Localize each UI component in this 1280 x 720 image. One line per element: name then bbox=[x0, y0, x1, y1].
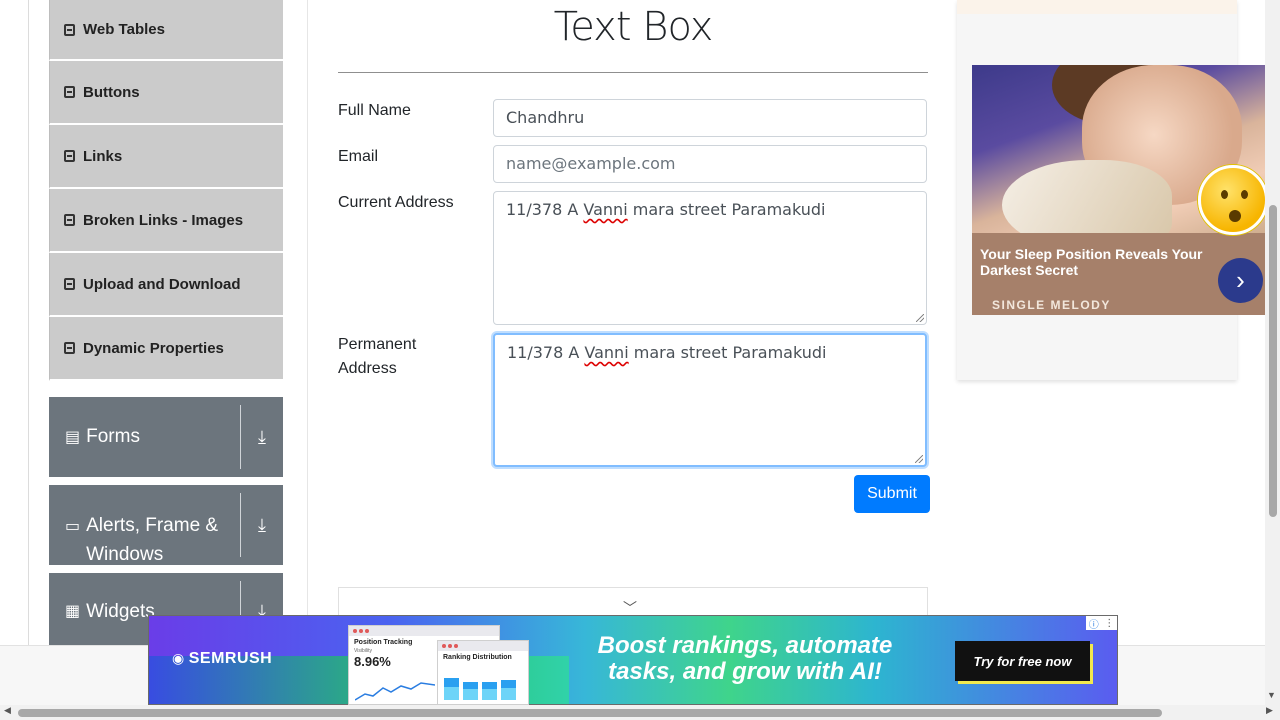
download-icon[interactable]: ⤓ bbox=[241, 485, 283, 565]
trend-line-icon bbox=[355, 682, 435, 701]
list-icon bbox=[64, 214, 75, 226]
horizontal-scroll-thumb[interactable] bbox=[18, 709, 1162, 717]
sidebar-element-list: Web Tables Buttons Links Broken Links - … bbox=[49, 0, 283, 381]
document-icon: ▤ bbox=[65, 429, 81, 446]
ad-info-icon[interactable]: ⓘ ⋮ bbox=[1086, 616, 1117, 631]
current-address-label: Current Address bbox=[338, 194, 454, 211]
sidebar-item-web-tables[interactable]: Web Tables bbox=[49, 0, 283, 61]
widgets-icon: ▦ bbox=[65, 603, 81, 620]
left-rule bbox=[28, 0, 29, 645]
page: { "sidebar": { "items": [ {"label": "Web… bbox=[0, 0, 1280, 720]
chevron-right-icon[interactable]: › bbox=[1218, 258, 1263, 303]
permanent-address-label: Permanent Address bbox=[338, 336, 417, 377]
group-label: Forms bbox=[86, 426, 140, 447]
email-label: Email bbox=[338, 148, 379, 165]
current-address-textarea[interactable]: 11/378 A Vanni mara street Paramakudi bbox=[493, 191, 927, 325]
sidebar-item-label: Links bbox=[83, 147, 123, 165]
sidebar-item-dynamic-properties[interactable]: Dynamic Properties bbox=[49, 317, 283, 381]
sidebar-item-label: Dynamic Properties bbox=[83, 339, 224, 357]
sidebar-item-label: Buttons bbox=[83, 83, 140, 101]
full-name-label: Full Name bbox=[338, 102, 411, 119]
semrush-flame-icon: ◉ bbox=[172, 650, 185, 666]
scroll-down-arrow-icon[interactable]: ▼ bbox=[1267, 690, 1276, 700]
vertical-scroll-thumb[interactable] bbox=[1269, 205, 1277, 517]
group-label: Alerts, Frame & Windows bbox=[86, 515, 219, 565]
banner-headline: Boost rankings, automate tasks, and grow… bbox=[597, 632, 893, 685]
sidebar-item-label: Upload and Download bbox=[83, 275, 241, 293]
list-icon bbox=[64, 23, 75, 36]
sidebar-item-label: Broken Links - Images bbox=[83, 211, 244, 229]
scroll-left-arrow-icon[interactable]: ◀ bbox=[4, 705, 11, 716]
side-ad-brand: SINGLE MELODY bbox=[992, 298, 1111, 312]
surprised-emoji-icon bbox=[1198, 165, 1268, 235]
sidebar-item-label: Web Tables bbox=[83, 21, 165, 38]
group-alerts-frame-windows[interactable]: ▭ Alerts, Frame & Windows ⤓ bbox=[49, 485, 283, 565]
misspelled-word: Vanni bbox=[584, 343, 629, 362]
resize-handle[interactable] bbox=[915, 455, 923, 463]
full-name-input[interactable]: Chandhru bbox=[493, 99, 927, 137]
scroll-right-arrow-icon[interactable]: ▶ bbox=[1266, 705, 1273, 716]
download-icon[interactable]: ⤓ bbox=[241, 397, 283, 477]
resize-handle[interactable] bbox=[916, 314, 924, 322]
sidebar-item-upload-download[interactable]: Upload and Download bbox=[49, 253, 283, 317]
list-icon bbox=[64, 342, 75, 354]
bar-chart-icon bbox=[444, 678, 516, 700]
permanent-address-textarea[interactable]: 11/378 A Vanni mara street Paramakudi bbox=[493, 333, 927, 467]
ranking-distribution-card: Ranking Distribution bbox=[437, 640, 529, 705]
side-ad-headline[interactable]: Your Sleep Position Reveals Your Darkest… bbox=[980, 246, 1220, 278]
group-forms[interactable]: ▤ Forms ⤓ bbox=[49, 397, 283, 477]
sidebar-item-broken-links[interactable]: Broken Links - Images bbox=[49, 189, 283, 253]
sidebar-divider bbox=[307, 0, 308, 645]
email-input[interactable]: name@example.com bbox=[493, 145, 927, 183]
submit-button[interactable]: Submit bbox=[854, 475, 930, 513]
sidebar-item-buttons[interactable]: Buttons bbox=[49, 61, 283, 125]
sidebar-item-links[interactable]: Links bbox=[49, 125, 283, 189]
list-icon bbox=[64, 278, 75, 290]
list-icon bbox=[64, 86, 75, 98]
group-label: Widgets bbox=[86, 601, 155, 622]
title-divider bbox=[338, 72, 928, 73]
list-icon bbox=[64, 150, 75, 162]
window-icon: ▭ bbox=[65, 518, 81, 535]
try-free-button[interactable]: Try for free now bbox=[955, 641, 1090, 681]
side-ad-top-strip bbox=[957, 0, 1237, 14]
page-title: Text Box bbox=[553, 4, 714, 50]
semrush-logo: ◉ SEMRUSH bbox=[172, 650, 273, 667]
misspelled-word: Vanni bbox=[583, 200, 628, 219]
